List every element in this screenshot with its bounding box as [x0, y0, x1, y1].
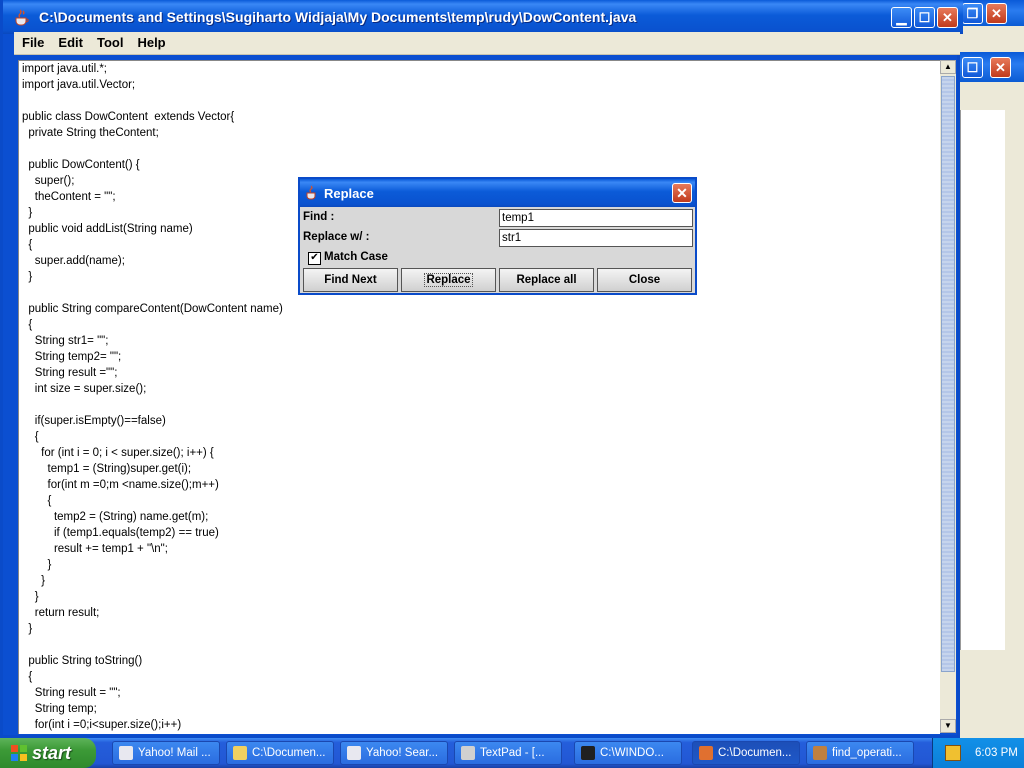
background-window-titlebar-2: ☐ ✕ [960, 52, 1024, 82]
task-documents-folder[interactable]: C:\Documen... [226, 741, 334, 765]
task-textpad[interactable]: TextPad - [... [454, 741, 562, 765]
window-titlebar[interactable]: C:\Documents and Settings\Sugiharto Widj… [3, 0, 963, 34]
scroll-down-arrow-icon[interactable]: ▼ [940, 719, 956, 733]
replace-button[interactable]: Replace [401, 268, 496, 292]
code-editor[interactable]: import java.util.*; import java.util.Vec… [18, 60, 940, 734]
java-cup-icon [813, 746, 827, 760]
folder-icon [233, 746, 247, 760]
close-button[interactable]: ✕ [937, 7, 958, 28]
browser-icon [119, 746, 133, 760]
windows-logo-icon [11, 745, 27, 761]
task-label: find_operati... [832, 747, 902, 759]
replace-dialog: Replace ✕ Find : temp1 Replace w/ : str1… [298, 177, 697, 295]
task-java-editor[interactable]: C:\Documen... [692, 741, 800, 765]
window-title: C:\Documents and Settings\Sugiharto Widj… [39, 9, 637, 25]
browser-icon [347, 746, 361, 760]
checkmark-icon: ✔ [310, 252, 319, 263]
match-case-label[interactable]: Match Case [324, 251, 388, 263]
dialog-title: Replace [324, 186, 374, 201]
close-icon: ✕ [676, 184, 688, 201]
java-cup-icon [15, 9, 29, 26]
taskbar: start Yahoo! Mail ... C:\Documen... Yaho… [0, 738, 1024, 768]
task-label: C:\Documen... [718, 747, 792, 759]
task-command-prompt[interactable]: C:\WINDO... [574, 741, 682, 765]
vertical-scrollbar[interactable]: ▲ ▼ [940, 60, 956, 733]
replace-input[interactable]: str1 [499, 229, 693, 247]
menu-help[interactable]: Help [129, 32, 171, 50]
menu-bar: File Edit Tool Help [14, 32, 960, 55]
background-close-button[interactable]: ✕ [986, 3, 1007, 24]
editor-window: C:\Documents and Settings\Sugiharto Widj… [0, 0, 963, 738]
code-text[interactable]: import java.util.*; import java.util.Vec… [19, 61, 940, 733]
background-close-button-2[interactable]: ✕ [990, 57, 1011, 78]
menu-tool[interactable]: Tool [89, 32, 129, 50]
minimize-button[interactable]: ▁ [891, 7, 912, 28]
dialog-titlebar[interactable]: Replace ✕ [300, 179, 695, 207]
task-find-operation[interactable]: find_operati... [806, 741, 914, 765]
close-dialog-button[interactable]: Close [597, 268, 692, 292]
close-label: Close [628, 274, 661, 286]
replace-label: Replace w/ : [303, 231, 370, 243]
find-input[interactable]: temp1 [499, 209, 693, 227]
tray-app-icon[interactable] [945, 745, 961, 761]
task-yahoo-search[interactable]: Yahoo! Sear... [340, 741, 448, 765]
task-label: C:\WINDO... [600, 747, 664, 759]
scroll-thumb[interactable] [941, 76, 955, 672]
background-maximize-button[interactable]: ❐ [962, 3, 983, 24]
menu-edit[interactable]: Edit [50, 32, 89, 50]
java-cup-icon [699, 746, 713, 760]
match-case-checkbox[interactable]: ✔ [308, 252, 321, 265]
textpad-icon [461, 746, 475, 760]
background-maximize-button-2[interactable]: ☐ [962, 57, 983, 78]
maximize-icon: ☐ [918, 9, 931, 25]
replace-all-button[interactable]: Replace all [499, 268, 594, 292]
find-next-label: Find Next [324, 274, 377, 286]
close-icon: ✕ [942, 9, 953, 25]
java-cup-icon [306, 185, 316, 200]
dialog-close-button[interactable]: ✕ [672, 183, 692, 203]
scroll-up-arrow-icon[interactable]: ▲ [940, 60, 956, 74]
menu-file[interactable]: File [14, 32, 50, 50]
replace-all-label: Replace all [516, 274, 577, 286]
start-button[interactable]: start [0, 738, 96, 768]
task-yahoo-mail[interactable]: Yahoo! Mail ... [112, 741, 220, 765]
maximize-button[interactable]: ☐ [914, 7, 935, 28]
replace-label-text: Replace [424, 273, 473, 287]
console-icon [581, 746, 595, 760]
task-label: Yahoo! Mail ... [138, 747, 211, 759]
task-label: C:\Documen... [252, 747, 326, 759]
clock[interactable]: 6:03 PM [975, 747, 1018, 759]
find-label: Find : [303, 211, 335, 223]
find-next-button[interactable]: Find Next [303, 268, 398, 292]
minimize-icon: ▁ [896, 9, 907, 25]
start-label: start [32, 742, 72, 763]
task-label: TextPad - [... [480, 747, 545, 759]
background-text-area[interactable] [960, 110, 1005, 650]
system-tray: 6:03 PM [932, 738, 1024, 768]
task-label: Yahoo! Sear... [366, 747, 439, 759]
